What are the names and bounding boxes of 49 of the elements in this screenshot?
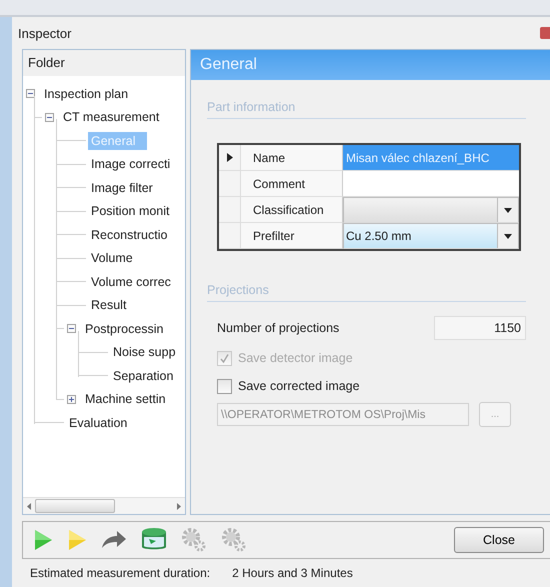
expander-icon[interactable] [26,89,35,98]
checkbox[interactable] [217,378,232,394]
status-value: 2 Hours and 3 Minutes [232,566,353,580]
dropdown[interactable]: Cu 2.50 mm [343,223,519,249]
close-button[interactable]: Close [454,527,544,553]
tree-item[interactable]: Evaluation [66,414,130,432]
tree-item[interactable]: Noise supp [110,343,179,362]
tree-item[interactable]: Postprocessin [82,320,167,338]
close-icon[interactable] [540,27,550,39]
tree-item[interactable]: Position monit [88,202,173,220]
tree-item[interactable]: Volume correc [88,272,174,291]
tree-item[interactable]: Machine settin [82,390,169,408]
scroll-thumb[interactable] [35,499,115,513]
row-header[interactable] [219,145,241,171]
group-heading: Projections [207,283,526,302]
window-title: Inspector [18,26,72,40]
tree-item[interactable]: Separation [110,366,176,385]
expander-icon[interactable] [67,324,76,334]
play-icon[interactable] [67,529,87,551]
tree-item[interactable]: CT measurement [60,108,162,126]
tree-item[interactable]: Image correcti [88,155,174,174]
grid-label: Name [241,145,343,171]
panel-header: Folder [23,50,185,76]
row-pointer-icon [226,153,232,162]
grid-label: Classification [241,197,343,223]
checkbox-label: Save detector image [238,351,353,365]
arrow-icon[interactable] [101,530,127,550]
status-label: Estimated measurement duration: [30,566,210,580]
scroll-right-icon[interactable] [177,502,181,510]
horizontal-scrollbar[interactable] [23,497,185,514]
group-heading: Part information [207,100,526,119]
grid-label: Comment [241,171,343,197]
grid-label: Prefilter [241,223,343,249]
tree-item[interactable]: Reconstructio [88,226,170,244]
expander-icon[interactable] [67,394,76,404]
scroll-left-icon[interactable] [27,502,31,510]
tree-item[interactable]: Image filter [88,178,156,197]
field-label: Number of projections [217,321,340,335]
tree-item[interactable]: Result [88,296,130,314]
number-field[interactable]: 1150 [434,316,526,340]
caret-icon [504,234,512,238]
expander-icon[interactable] [45,112,54,122]
dropdown[interactable] [343,197,519,223]
checkbox-label: Save corrected image [238,379,360,393]
caret-icon [504,208,512,212]
panel-header: General [191,50,550,80]
play-icon[interactable] [33,529,53,551]
tree-item[interactable]: Inspection plan [41,84,132,103]
tree-item[interactable]: Volume [88,249,136,268]
